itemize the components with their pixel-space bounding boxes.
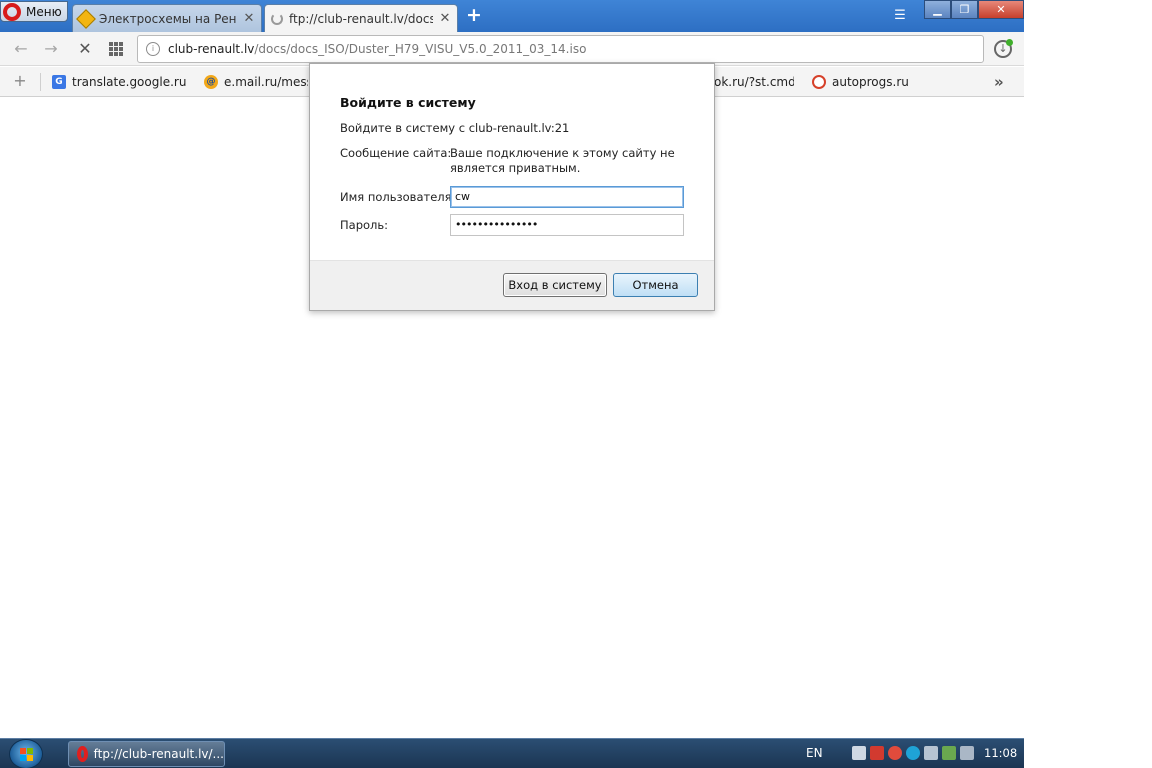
windows-taskbar: ftp://club-renault.lv/... EN 11:08 [0,738,1024,768]
e-app-icon[interactable] [906,746,920,760]
tab-close-icon[interactable]: ✕ [439,11,451,26]
address-bar[interactable]: i club-renault.lv/docs/docs_ISO/Duster_H… [137,35,984,63]
login-button[interactable]: Вход в систему [503,273,607,297]
mail-ru-icon: @ [204,75,218,89]
downloads-icon[interactable]: ↓ [994,39,1013,58]
speed-dial-grid-icon[interactable] [109,42,123,56]
network-icon[interactable] [852,746,866,760]
bookmark-label: autoprogs.ru [832,75,909,89]
opera-logo-icon [77,746,88,762]
dialog-subtitle: Войдите в систему с club-renault.lv:21 [340,121,570,135]
stop-loading-icon[interactable]: ✕ [76,40,94,58]
cancel-button[interactable]: Отмена [613,273,698,297]
menu-label: Меню [26,4,62,19]
new-tab-button[interactable]: + [464,6,484,26]
password-field[interactable]: ••••••••••••••• [450,214,684,236]
tab-renault-schemes[interactable]: Электросхемы на Рено Д ✕ [72,4,262,32]
language-indicator[interactable]: EN [806,746,823,760]
download-status-dot [1006,39,1013,46]
bookmarks-separator [40,73,41,91]
url-host: club-renault.lv [168,42,255,56]
tray-app-icon[interactable] [924,746,938,760]
tab-title: ftp://club-renault.lv/docs/ [289,11,433,26]
volume-icon[interactable] [960,746,974,760]
window-controls: ▁ ❐ ✕ [924,0,1024,20]
dialog-title: Войдите в систему [340,95,476,110]
site-message-label: Сообщение сайта: [340,146,452,160]
navigation-bar: ← → ✕ i club-renault.lv/docs/docs_ISO/Du… [0,32,1024,66]
antivirus-shield-icon[interactable] [870,746,884,760]
taskbar-opera-window[interactable]: ftp://club-renault.lv/... [68,741,225,767]
loading-spinner-icon [271,12,283,25]
red-app-icon[interactable] [888,746,902,760]
url-text[interactable]: club-renault.lv/docs/docs_ISO/Duster_H79… [168,42,586,56]
site-info-icon[interactable]: i [146,42,160,56]
tab-strip: Меню Электросхемы на Рено Д ✕ ftp://club… [0,0,1024,32]
minimize-button[interactable]: ▁ [924,0,951,19]
tab-title: Электросхемы на Рено Д [99,11,237,26]
renault-favicon-icon [76,8,96,29]
add-bookmark-icon[interactable]: + [12,73,28,89]
google-translate-icon: G [52,75,66,89]
desktop-screen: Меню Электросхемы на Рено Д ✕ ftp://club… [0,0,1024,768]
ftp-login-dialog: Войдите в систему Войдите в систему с cl… [309,63,715,311]
bookmark-mail-ru[interactable]: @ e.mail.ru/messa [204,74,308,90]
bookmark-autoprogs[interactable]: autoprogs.ru [812,74,922,90]
start-button[interactable] [9,739,43,768]
forward-arrow-icon[interactable]: → [42,40,60,58]
username-field[interactable]: cw [450,186,684,208]
bookmark-label: e.mail.ru/messa [224,75,308,89]
close-window-button[interactable]: ✕ [978,0,1024,19]
username-label: Имя пользователя: [340,190,456,204]
url-path: /docs/docs_ISO/Duster_H79_VISU_V5.0_2011… [254,42,587,56]
tab-menu-icon[interactable]: ☰ [892,8,908,24]
restore-button[interactable]: ❐ [951,0,978,19]
safely-remove-hardware-icon[interactable] [942,746,956,760]
password-label: Пароль: [340,218,389,232]
back-arrow-icon[interactable]: ← [12,40,30,58]
dialog-footer: Вход в систему Отмена [310,260,714,310]
taskbar-window-label: ftp://club-renault.lv/... [93,747,224,761]
taskbar-clock[interactable]: 11:08 [984,746,1017,760]
tab-close-icon[interactable]: ✕ [243,11,255,26]
clock-icon [812,75,826,89]
opera-logo-icon [3,2,21,21]
windows-logo-icon [20,748,34,761]
site-message-text: Ваше подключение к этому сайту не являет… [450,146,675,175]
more-bookmarks-chevron-icon[interactable]: » [994,73,1004,91]
bookmark-label: translate.google.ru/?h [72,75,186,89]
opera-menu-button[interactable]: Меню [0,1,68,22]
tab-ftp-club-renault[interactable]: ftp://club-renault.lv/docs/ ✕ [264,4,458,32]
bookmark-translate-google[interactable]: G translate.google.ru/?h [52,74,186,90]
blank-area [1024,0,1152,768]
system-tray [852,746,974,760]
bookmark-ok-ru[interactable]: ok.ru/?st.cmd= [714,74,794,90]
bookmark-label: ok.ru/?st.cmd= [714,75,794,89]
